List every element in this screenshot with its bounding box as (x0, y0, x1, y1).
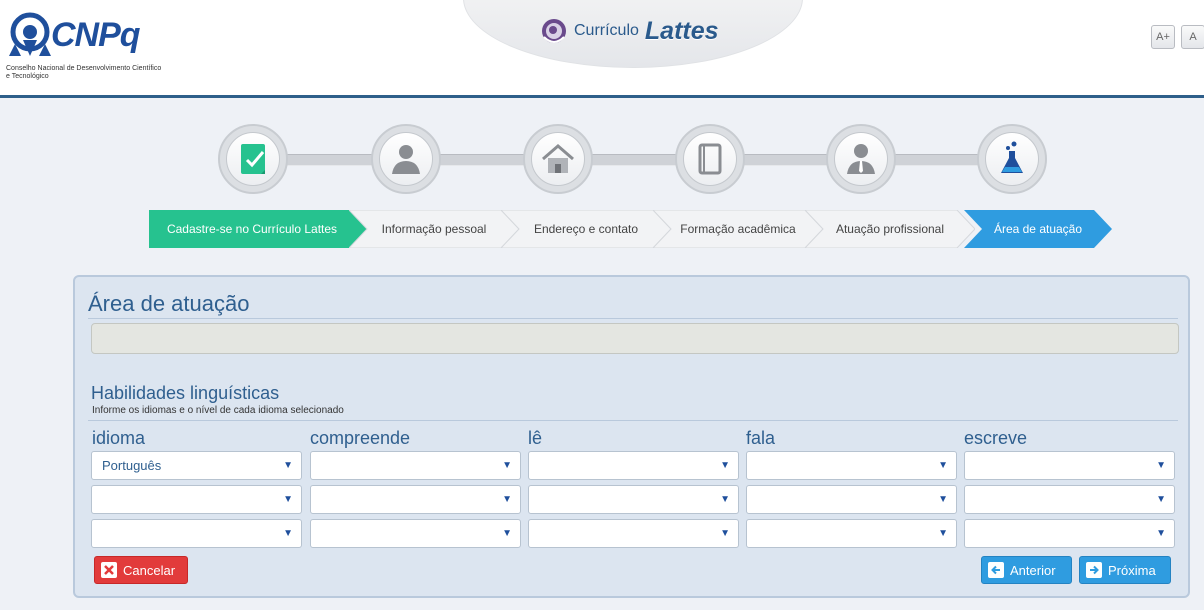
dropdown-arrow-icon: ▼ (1156, 528, 1166, 539)
steps-connector-bar (245, 154, 1015, 166)
cnpq-full-name: Conselho Nacional de Desenvolvimento Cie… (6, 65, 162, 80)
escreve-select-1[interactable]: ▼ (964, 451, 1175, 480)
site-header: CNPq Conselho Nacional de Desenvolviment… (0, 0, 1204, 98)
dropdown-arrow-icon: ▼ (720, 460, 730, 471)
dropdown-arrow-icon: ▼ (938, 460, 948, 471)
breadcrumb-informacao-pessoal[interactable]: Informação pessoal (349, 210, 519, 248)
arrow-left-icon (988, 562, 1004, 578)
fala-select-1[interactable]: ▼ (746, 451, 957, 480)
lattes-logo[interactable]: Currículo Lattes (540, 14, 719, 48)
column-header-fala: fala (746, 428, 776, 448)
arrow-right-icon (1086, 562, 1102, 578)
cancel-button[interactable]: Cancelar (94, 556, 188, 584)
step-circle-endereco[interactable] (523, 124, 593, 194)
section-subtitle: Informe os idiomas e o nível de cada idi… (92, 405, 344, 416)
font-increase-button[interactable]: A+ (1151, 25, 1175, 49)
compreende-select-1[interactable]: ▼ (310, 451, 521, 480)
close-icon (101, 562, 117, 578)
step-circle-formacao[interactable] (675, 124, 745, 194)
idioma-select-2[interactable]: ▼ (91, 485, 302, 514)
cnpq-symbol-icon (9, 12, 51, 56)
house-icon (542, 144, 574, 173)
breadcrumb-cadastre[interactable]: Cadastre-se no Currículo Lattes (149, 210, 367, 248)
dropdown-arrow-icon: ▼ (938, 528, 948, 539)
step-circle-area-atuacao[interactable] (977, 124, 1047, 194)
compreende-select-2[interactable]: ▼ (310, 485, 521, 514)
breadcrumb-endereco[interactable]: Endereço e contato (501, 210, 671, 248)
lattes-title-small: Currículo (574, 22, 639, 39)
step-circle-atuacao-profissional[interactable] (826, 124, 896, 194)
le-select-3[interactable]: ▼ (528, 519, 739, 548)
flask-icon (1001, 141, 1023, 173)
column-header-idioma: idioma (92, 428, 146, 448)
dropdown-arrow-icon: ▼ (283, 460, 293, 471)
idioma-select-3[interactable]: ▼ (91, 519, 302, 548)
le-select-2[interactable]: ▼ (528, 485, 739, 514)
page-title: Área de atuação (88, 291, 250, 316)
dropdown-arrow-icon: ▼ (283, 528, 293, 539)
professional-person-icon (847, 144, 875, 174)
dropdown-arrow-icon: ▼ (1156, 460, 1166, 471)
idioma-select-1[interactable]: Português ▼ (91, 451, 302, 480)
area-search-input[interactable] (91, 323, 1179, 354)
breadcrumb-formacao[interactable]: Formação acadêmica (653, 210, 823, 248)
step-circle-cadastre[interactable] (218, 124, 288, 194)
next-button[interactable]: Próxima (1079, 556, 1171, 584)
escreve-select-3[interactable]: ▼ (964, 519, 1175, 548)
breadcrumb-area-atuacao[interactable]: Área de atuação (964, 210, 1112, 248)
area-atuacao-panel: Área de atuação Habilidades linguísticas… (73, 275, 1190, 598)
title-divider (88, 318, 1178, 319)
cnpq-wordmark: CNPq (51, 16, 141, 54)
section-title: Habilidades linguísticas (91, 383, 280, 403)
dropdown-arrow-icon: ▼ (502, 460, 512, 471)
dropdown-arrow-icon: ▼ (502, 528, 512, 539)
compreende-select-3[interactable]: ▼ (310, 519, 521, 548)
column-header-le: lê (528, 428, 543, 448)
dropdown-arrow-icon: ▼ (720, 528, 730, 539)
previous-button[interactable]: Anterior (981, 556, 1072, 584)
person-icon (392, 145, 420, 174)
dropdown-arrow-icon: ▼ (1156, 494, 1166, 505)
dropdown-arrow-icon: ▼ (502, 494, 512, 505)
book-icon (698, 143, 722, 175)
lattes-title-big: Lattes (644, 16, 719, 45)
dropdown-arrow-icon: ▼ (938, 494, 948, 505)
breadcrumb-atuacao-profissional[interactable]: Atuação profissional (805, 210, 975, 248)
fala-select-2[interactable]: ▼ (746, 485, 957, 514)
wizard-breadcrumb: Cadastre-se no Currículo Lattes Informaç… (149, 210, 1119, 248)
dropdown-arrow-icon: ▼ (720, 494, 730, 505)
le-select-1[interactable]: ▼ (528, 451, 739, 480)
dropdown-arrow-icon: ▼ (283, 494, 293, 505)
lattes-globe-icon (542, 19, 566, 43)
font-reset-button[interactable]: A (1181, 25, 1204, 49)
step-circle-informacao-pessoal[interactable] (371, 124, 441, 194)
column-header-escreve: escreve (964, 428, 1028, 448)
section-divider (88, 420, 1178, 421)
column-header-compreende: compreende (310, 428, 411, 448)
escreve-select-2[interactable]: ▼ (964, 485, 1175, 514)
cnpq-logo[interactable]: CNPq Conselho Nacional de Desenvolviment… (5, 10, 165, 88)
signup-check-icon (241, 144, 265, 174)
fala-select-3[interactable]: ▼ (746, 519, 957, 548)
